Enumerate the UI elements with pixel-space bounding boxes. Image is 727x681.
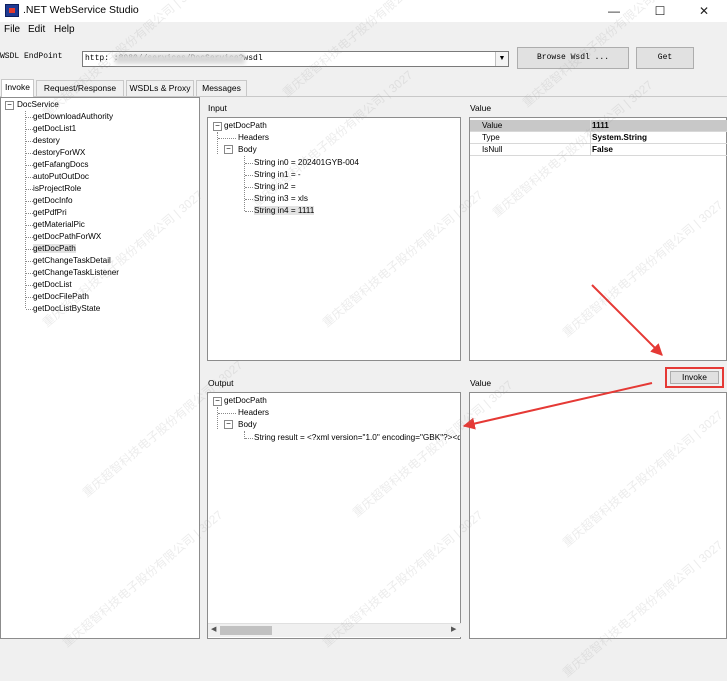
- annotation-arrows: [462, 284, 663, 430]
- arrow-to-result: [462, 382, 653, 430]
- arrow-to-invoke: [591, 284, 663, 356]
